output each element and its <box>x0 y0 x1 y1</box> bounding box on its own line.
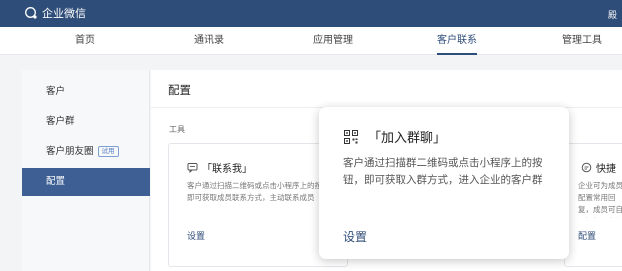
card-desc: 企业可为成员配置常用回复，成员可自己添加，在与客户聊天中使用 <box>578 181 622 218</box>
card-desc: 客户通过扫描二维码或点击小程序上的按钮，即可获取成员联系方式，主动联系成员 <box>187 181 337 202</box>
main-nav: 首页 通讯录 应用管理 客户联系 管理工具 <box>0 27 622 55</box>
join-group-card-popup[interactable]: 「加入群聊」 客户通过扫描群二维码或点击小程序上的按钮，即可获取入群方式，进入企… <box>319 107 569 259</box>
tab-contacts[interactable]: 通讯录 <box>194 27 224 55</box>
card-configure-link[interactable]: 配置 <box>578 229 596 242</box>
popup-desc: 客户通过扫描群二维码或点击小程序上的按钮，即可获取入群方式，进入企业的客户群 <box>343 157 543 186</box>
sidebar-item-label: 配置 <box>46 176 66 187</box>
tab-app-management[interactable]: 应用管理 <box>313 27 353 55</box>
card-title-text: 快捷 <box>596 164 616 175</box>
tab-management-tools[interactable]: 管理工具 <box>562 27 602 55</box>
sidebar-item-customer-groups[interactable]: 客户群 <box>22 108 150 136</box>
top-bar: 企业微信 殿 <box>0 0 622 27</box>
popup-title-text: 「加入群聊」 <box>368 131 447 146</box>
wecom-logo-icon <box>24 6 38 20</box>
chat-icon <box>187 162 198 173</box>
popup-title: 「加入群聊」 <box>344 127 446 146</box>
app-logo[interactable]: 企业微信 <box>24 5 86 21</box>
tab-customer-contact[interactable]: 客户联系 <box>437 27 477 55</box>
card-title: 「联系我」 <box>187 160 252 175</box>
sidebar-item-config[interactable]: 配置 <box>22 168 150 196</box>
page-title: 配置 <box>168 83 191 97</box>
top-right-text[interactable]: 殿 <box>608 8 622 21</box>
card-settings-link[interactable]: 设置 <box>187 229 205 242</box>
qr-code-icon <box>344 129 358 144</box>
card-title: 快捷 <box>581 160 616 175</box>
sidebar-item-label: 客户 <box>46 86 66 97</box>
sidebar-item-customers[interactable]: 客户 <box>22 78 150 106</box>
popup-settings-link[interactable]: 设置 <box>343 228 367 245</box>
quick-reply-icon <box>581 162 592 173</box>
app-name: 企业微信 <box>42 7 86 20</box>
sidebar-item-label: 客户朋友圈 <box>46 146 94 157</box>
trial-badge: 试用 <box>97 146 119 157</box>
tab-home[interactable]: 首页 <box>75 27 95 55</box>
section-label-tools: 工具 <box>169 125 185 134</box>
card-quick-reply[interactable]: 快捷 企业可为成员配置常用回复，成员可自己添加，在与客户聊天中使用 配置 <box>564 143 622 267</box>
card-title-text: 「联系我」 <box>202 164 252 175</box>
sidebar-item-moments[interactable]: 客户朋友圈 试用 <box>22 138 150 166</box>
sidebar-item-label: 客户群 <box>46 116 75 127</box>
sidebar: 客户 客户群 客户朋友圈 试用 配置 <box>22 70 150 271</box>
